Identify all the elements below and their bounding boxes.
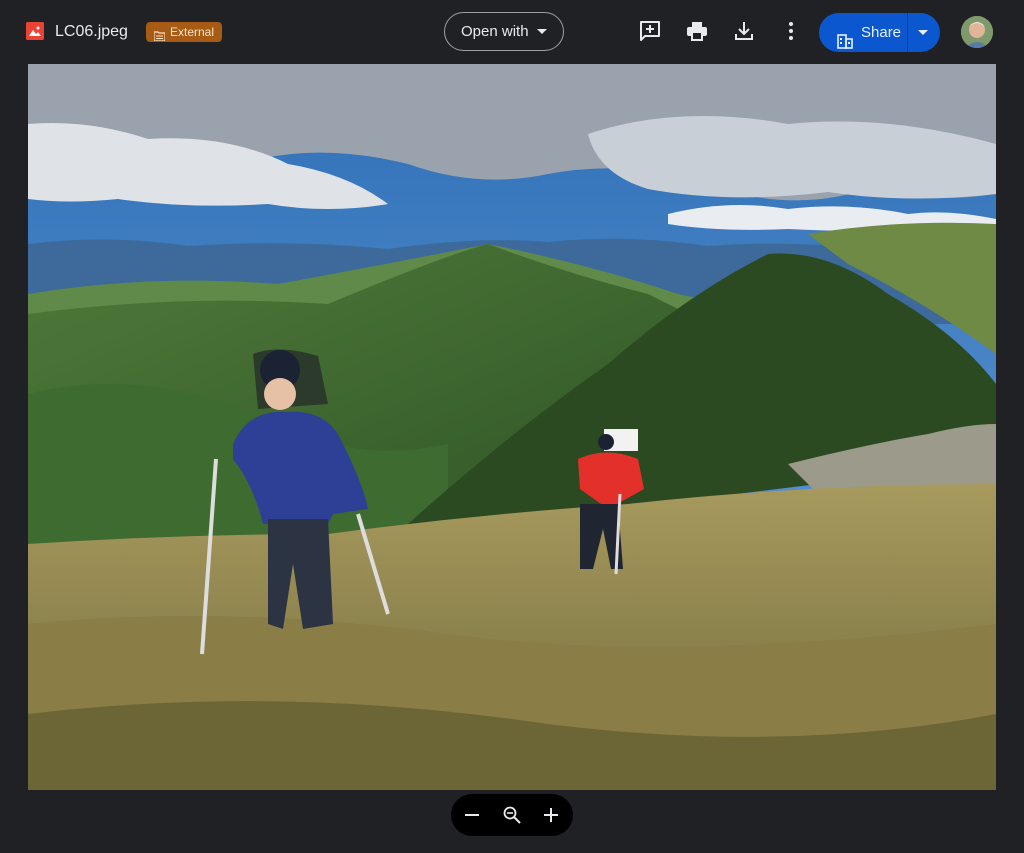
external-folder-icon [153,27,166,47]
more-vert-icon [789,22,793,40]
download-icon [735,22,753,40]
share-button-group: Share [819,13,940,52]
add-comment-icon [640,21,660,41]
add-comment-button[interactable] [637,18,663,44]
more-options-button[interactable] [778,18,804,44]
zoom-out-icon [465,814,479,816]
file-name: LC06.jpeg [55,23,128,40]
chevron-down-icon [537,29,547,34]
open-with-label: Open with [461,23,529,40]
zoom-in-button[interactable] [539,803,563,827]
open-with-button[interactable]: Open with [444,12,564,51]
download-button[interactable] [731,18,757,44]
zoom-in-icon [544,808,558,822]
chevron-down-icon [918,30,928,35]
image-preview [28,64,996,790]
share-building-icon [837,25,853,52]
zoom-controls [451,794,573,836]
print-icon [687,22,707,41]
zoom-reset-button[interactable] [500,803,524,827]
external-badge-label: External [170,25,215,39]
print-button[interactable] [684,18,710,44]
zoom-magnifier-icon [503,806,521,824]
zoom-out-button[interactable] [460,803,484,827]
image-file-icon [26,22,44,40]
viewer-header: LC06.jpeg External Open with Share [0,0,1024,64]
avatar[interactable] [961,16,993,48]
external-badge: External [146,22,223,42]
share-dropdown-button[interactable] [908,13,940,52]
share-label: Share [861,24,902,41]
share-button[interactable]: Share [819,13,907,52]
